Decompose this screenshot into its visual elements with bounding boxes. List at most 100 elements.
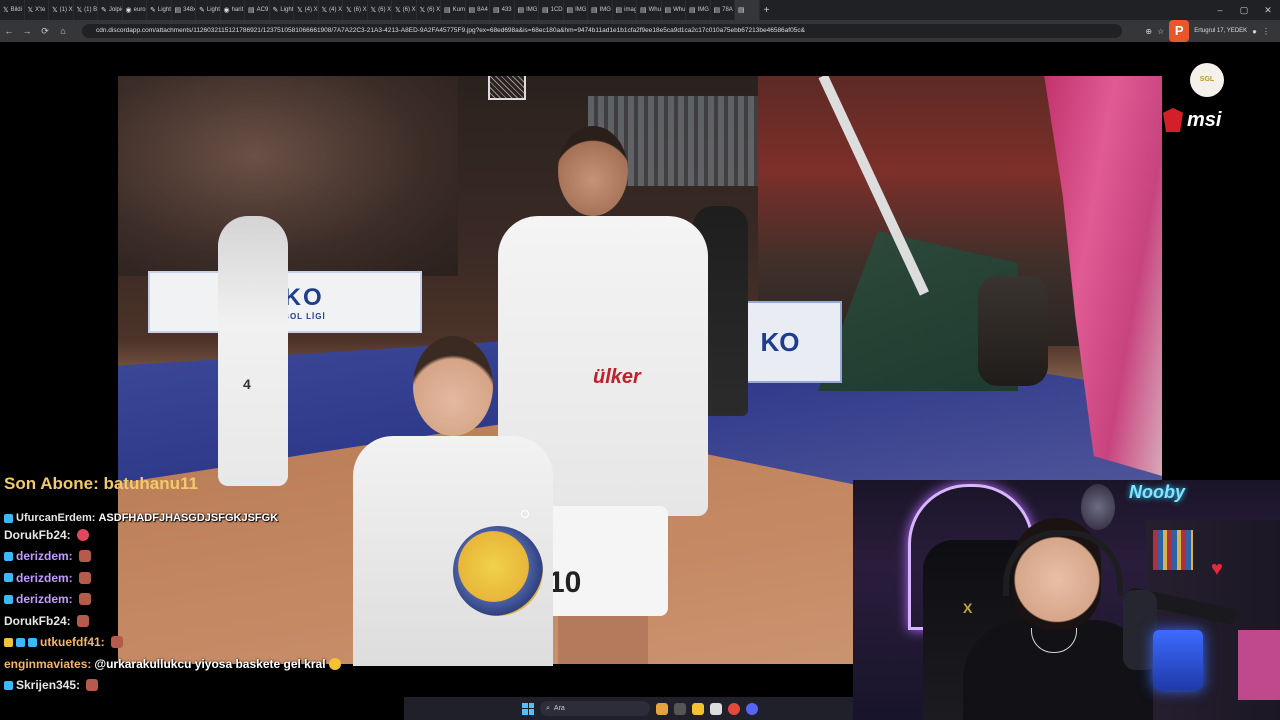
browser-tab[interactable]: ▤ 78A	[711, 0, 735, 20]
browser-tab[interactable]: ▤ Kum	[441, 0, 466, 20]
page-tab-icon: ▤	[591, 7, 598, 14]
tab-label: Light	[206, 7, 220, 13]
neon-sign: Nooby	[1129, 482, 1185, 502]
home-button[interactable]: ⌂	[54, 26, 72, 36]
browser-tab[interactable]: 𝕏 (4) X	[319, 0, 343, 20]
tab-label: Whu	[673, 7, 686, 13]
page-tab-icon: ▤	[493, 7, 500, 14]
browser-tab[interactable]: ▤ IMG	[588, 0, 613, 20]
browser-tab[interactable]: 𝕏 (6) X	[417, 0, 441, 20]
sub-badge-icon	[4, 551, 13, 561]
profile-avatar[interactable]: P	[1169, 20, 1190, 42]
browser-tab[interactable]: ▤ AC9	[245, 0, 270, 20]
chat-overlay: UfurcanErdem: ASDFHADFJHASGDJSFGKJSFGK Dor…	[4, 512, 404, 696]
browser-tab[interactable]: 𝕏 (6) X	[392, 0, 417, 20]
msi-logo-text: msi	[1187, 108, 1222, 131]
browser-tab[interactable]: 𝕏 X'te	[25, 0, 49, 20]
edge-tab-icon: ✎	[272, 7, 279, 14]
zoom-icon[interactable]: ⊕	[1145, 27, 1152, 36]
tab-label: imag	[624, 7, 637, 13]
task-view-icon[interactable]	[674, 702, 686, 715]
browser-tab[interactable]: ◉ euro	[123, 0, 147, 20]
sub-badge-icon	[4, 594, 13, 604]
tab-label: AC9	[256, 7, 269, 13]
discord-icon[interactable]	[746, 702, 758, 715]
basketball-hoop	[488, 76, 526, 100]
taskbar-search[interactable]: ⌕ Ara	[540, 701, 650, 716]
gem-badge-icon	[28, 637, 37, 647]
browser-tab[interactable]: ▤ IMG	[686, 0, 711, 20]
star-icon[interactable]: ☆	[1157, 27, 1164, 36]
browser-tab[interactable]: ▤ Whu	[637, 0, 662, 20]
minimize-button[interactable]: –	[1208, 0, 1232, 20]
new-tab-button[interactable]: +	[760, 5, 774, 16]
tab-label: Light	[157, 7, 171, 13]
windows-start-icon[interactable]	[522, 702, 534, 715]
tab-label: X'te	[35, 7, 46, 13]
browser-tab[interactable]: 𝕏 (6) X	[343, 0, 368, 20]
player-shorts: 10	[538, 506, 668, 616]
browser-tab[interactable]: ▤ 348x	[172, 0, 196, 20]
browser-tab[interactable]: ▤ 8A4	[466, 0, 490, 20]
camera-operator	[978, 276, 1048, 386]
page-tab-icon: ▤	[640, 7, 647, 14]
browser-tab[interactable]: 𝕏 Bildi	[0, 0, 25, 20]
browser-tab[interactable]: ▤ IMG	[564, 0, 588, 20]
chat-username: derizdem:	[16, 570, 73, 585]
tab-label: IMG	[599, 7, 611, 13]
reload-button[interactable]: ⟳	[36, 26, 54, 37]
chat-message: DorukFb24:	[4, 524, 404, 546]
tab-label: 8A4	[477, 7, 488, 13]
calendar-icon[interactable]	[710, 702, 722, 715]
chat-message: UfurcanErdem: ASDFHADFJHASGDJSFGKJSFGK	[4, 512, 404, 524]
page-tab-icon: ▤	[517, 7, 525, 14]
crown-badge-icon	[4, 637, 13, 647]
tab-label: (6) X	[378, 7, 392, 13]
browser-tab[interactable]: ▤ 1CD	[539, 0, 564, 20]
browser-tab[interactable]: 𝕏 (1) B	[74, 0, 98, 20]
browser-tab[interactable]: ▤ Whu	[662, 0, 686, 20]
edge-tab-icon: ✎	[150, 7, 156, 14]
browser-tab[interactable]: ✎ Light	[196, 0, 221, 20]
file-explorer-icon[interactable]	[692, 702, 704, 715]
browser-tab[interactable]: ▤ imag	[613, 0, 637, 20]
back-button[interactable]: ←	[0, 26, 18, 36]
browser-tab[interactable]: ▤	[735, 0, 760, 20]
browser-tab[interactable]: ✎ Light	[147, 0, 172, 20]
forward-button[interactable]: →	[18, 26, 36, 36]
browser-tab[interactable]: ✎Jolpic	[98, 0, 123, 20]
window-controls: – ▢ ✕	[1208, 0, 1280, 20]
close-window-button[interactable]: ✕	[1256, 0, 1280, 20]
windows-taskbar: ⌕ Ara	[404, 697, 853, 720]
maximize-button[interactable]: ▢	[1232, 0, 1256, 20]
page-tab-icon: ▤	[689, 7, 696, 14]
tab-label: (1) B	[84, 7, 98, 13]
player-number: 10	[548, 566, 582, 599]
browser-tab[interactable]: 𝕏 (1) X	[49, 0, 74, 20]
browser-tab[interactable]: ▤ IMG	[515, 0, 539, 20]
page-tab-icon: ▤	[468, 7, 476, 14]
tab-label: (4) X	[329, 7, 343, 13]
chat-text: ASDFHADFJHASGDJSFGKJSFGK	[98, 512, 279, 524]
shelf-books	[1153, 530, 1193, 570]
chat-username: DorukFb24:	[4, 527, 71, 542]
extension-icon[interactable]: ●	[1252, 27, 1257, 36]
browser-tab[interactable]: ◉ harit	[221, 0, 245, 20]
tab-label: IMG	[575, 7, 587, 13]
browser-tab[interactable]: 𝕏 (6) X	[368, 0, 392, 20]
menu-icon[interactable]: ⋮	[1262, 27, 1270, 36]
browser-tab[interactable]: ▤ 433	[490, 0, 515, 20]
chat-message: DorukFb24:	[4, 610, 404, 632]
tab-label: (6) X	[402, 7, 416, 13]
sub-badge-icon	[16, 637, 25, 647]
chrome-icon[interactable]	[728, 702, 740, 715]
crowd-stands-left	[118, 76, 458, 276]
widget-icon[interactable]	[656, 702, 668, 715]
tab-label: 78A	[722, 7, 733, 13]
player-legs	[558, 616, 648, 664]
browser-tab[interactable]: 𝕏 (4) X	[294, 0, 319, 20]
browser-tab[interactable]: ✎ Light	[270, 0, 294, 20]
url-input[interactable]: cdn.discordapp.com/attachments/112603211…	[82, 24, 1122, 38]
tab-label: 1CD	[550, 7, 563, 13]
league-banner-text: KO	[760, 326, 800, 357]
